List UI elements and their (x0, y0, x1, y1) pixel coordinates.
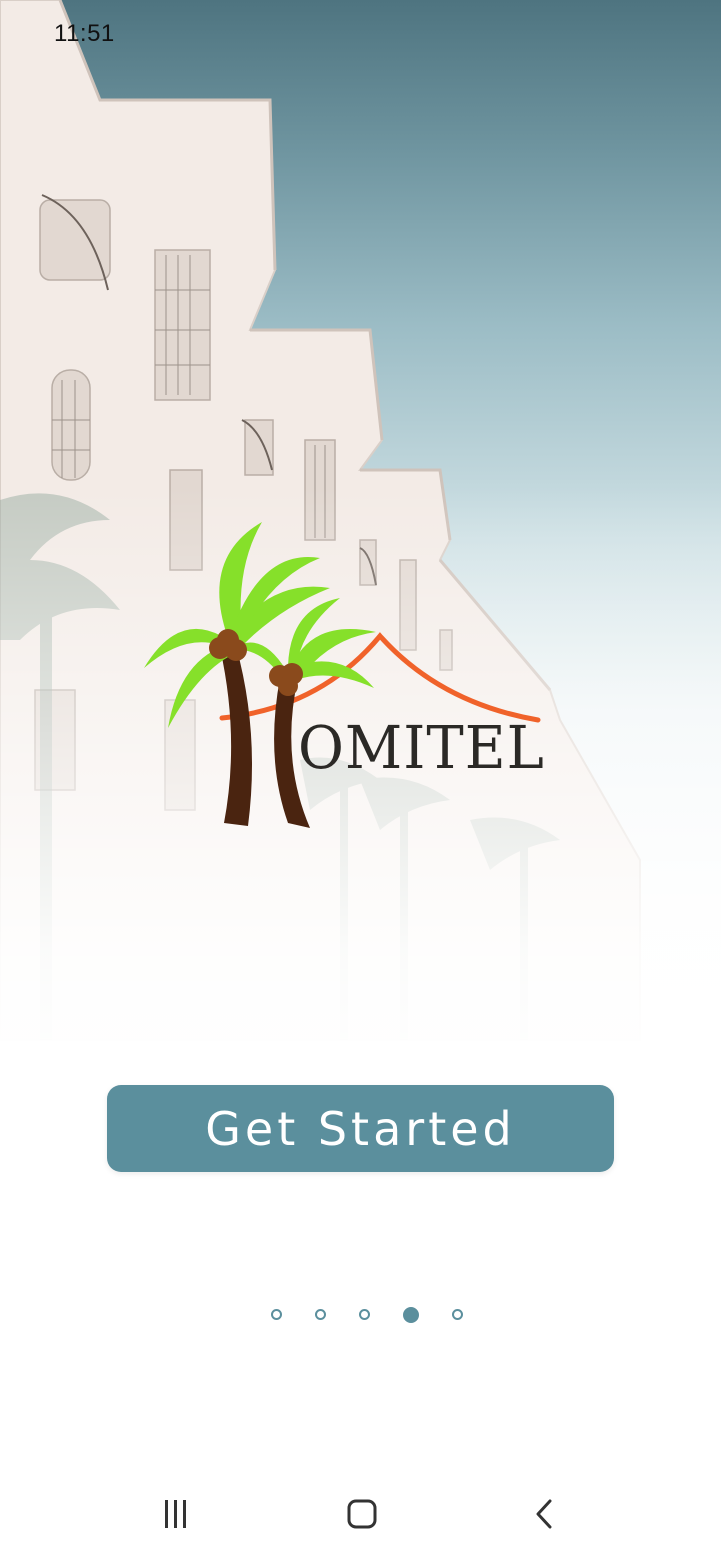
system-nav-bar (0, 1470, 721, 1560)
logo-wordmark: OMITEL (298, 714, 545, 783)
page-dot-4-active[interactable] (402, 1307, 419, 1323)
page-dot-2[interactable] (314, 1309, 326, 1320)
page-indicator (0, 1307, 721, 1323)
page-dot-5[interactable] (451, 1309, 463, 1320)
status-bar-time: 11:51 (54, 20, 115, 47)
back-button[interactable] (519, 1492, 569, 1536)
get-started-button[interactable]: Get Started (107, 1085, 614, 1172)
recents-icon (165, 1500, 186, 1528)
recents-button[interactable] (151, 1492, 201, 1536)
homitel-logo (140, 518, 550, 838)
palm-tree-icon (144, 522, 541, 828)
page-dot-1[interactable] (270, 1309, 282, 1320)
splash-screen: 11:51 OMITEL Get Started (0, 0, 721, 1560)
page-dot-3[interactable] (358, 1309, 370, 1320)
home-button[interactable] (337, 1492, 387, 1536)
back-icon (536, 1499, 552, 1529)
home-icon (347, 1499, 377, 1529)
